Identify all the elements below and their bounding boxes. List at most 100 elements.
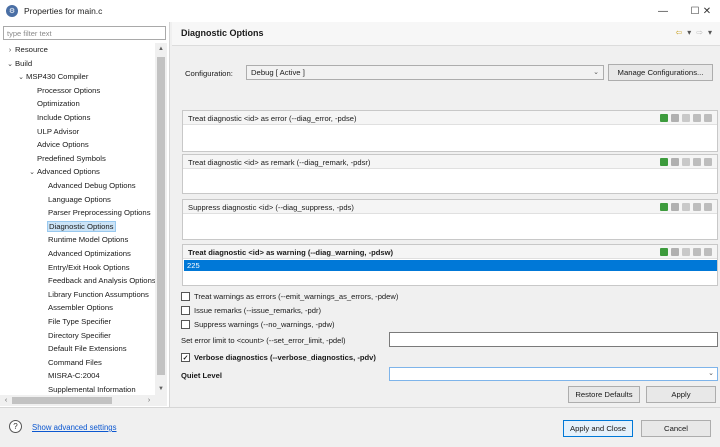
tree-item[interactable]: Processor Options [27, 84, 100, 97]
scroll-thumb[interactable] [157, 57, 165, 375]
suppress-warnings-checkbox[interactable]: Suppress warnings (--no_warnings, -pdw) [181, 320, 335, 329]
filter-input[interactable] [3, 26, 166, 40]
tree-item[interactable]: Command Files [38, 356, 102, 369]
scroll-left-icon[interactable]: ‹ [0, 395, 12, 406]
move-up-icon[interactable] [693, 248, 701, 256]
chevron-down-icon: ⌄ [708, 370, 714, 377]
scroll-right-icon[interactable]: › [143, 395, 155, 406]
delete-icon[interactable] [671, 114, 679, 122]
tree-item[interactable]: Advanced Debug Options [38, 179, 136, 192]
tree-item[interactable]: Directory Specifier [38, 329, 111, 342]
tree-item[interactable]: Diagnostic Options [38, 220, 116, 233]
tree-item[interactable]: Runtime Model Options [38, 233, 128, 246]
tree-item[interactable]: File Type Specifier [38, 315, 111, 328]
tree-item[interactable]: ⌄ Advanced Options [27, 165, 100, 178]
close-button[interactable]: ✕ [692, 0, 720, 22]
checkbox-label: Suppress warnings (--no_warnings, -pdw) [194, 320, 335, 329]
warnings-as-errors-checkbox[interactable]: Treat warnings as errors (--emit_warning… [181, 292, 398, 301]
tree-item-label: Advanced Debug Options [48, 181, 136, 190]
delete-icon[interactable] [671, 248, 679, 256]
tree-item[interactable]: Advanced Optimizations [38, 247, 131, 260]
view-menu-icon[interactable]: ▾ [708, 28, 712, 37]
tree-item-label: Build [15, 58, 33, 68]
tree-item[interactable]: Assembler Options [38, 301, 113, 314]
page-header: Diagnostic Options ⇦ ▾ ⇨ ▾ [172, 22, 720, 46]
error-limit-input[interactable] [389, 332, 718, 347]
add-icon[interactable] [660, 158, 668, 166]
verbose-diagnostics-checkbox[interactable]: ✓ Verbose diagnostics (--verbose_diagnos… [181, 353, 376, 362]
minimize-button[interactable]: — [648, 0, 678, 22]
tree-item[interactable]: Include Options [27, 111, 90, 124]
delete-icon[interactable] [671, 158, 679, 166]
checkbox-label: Verbose diagnostics (--verbose_diagnosti… [194, 353, 376, 362]
edit-icon[interactable] [682, 203, 690, 211]
back-icon[interactable]: ⇦ [676, 28, 683, 37]
delete-icon[interactable] [671, 203, 679, 211]
tree-horizontal-scrollbar[interactable]: ‹ › [0, 395, 167, 406]
move-down-icon[interactable] [704, 158, 712, 166]
list-toolbar [660, 248, 712, 256]
back-menu-icon[interactable]: ▾ [687, 28, 691, 37]
scroll-up-icon[interactable]: ▲ [155, 43, 167, 55]
tree-item[interactable]: MISRA-C:2004 [38, 369, 100, 382]
help-icon[interactable]: ? [9, 420, 22, 433]
forward-icon[interactable]: ⇨ [696, 28, 703, 37]
manage-configurations-button[interactable]: Manage Configurations... [608, 64, 713, 81]
add-icon[interactable] [660, 114, 668, 122]
tree-item-label: Supplemental Information [48, 385, 136, 394]
tree-item[interactable]: Feedback and Analysis Options [38, 274, 155, 287]
diag-remark-header: Treat diagnostic <id> as remark (--diag_… [183, 155, 717, 169]
tree-item-label: Resource [15, 45, 48, 54]
checkbox-box[interactable] [181, 306, 190, 315]
move-down-icon[interactable] [704, 203, 712, 211]
edit-icon[interactable] [682, 248, 690, 256]
tree-item[interactable]: Language Options [38, 193, 111, 206]
apply-button[interactable]: Apply [646, 386, 716, 403]
add-icon[interactable] [660, 203, 668, 211]
tree-item[interactable]: Default File Extensions [38, 342, 127, 355]
tree-item[interactable]: ⌄ MSP430 Compiler [16, 70, 88, 83]
tree-item[interactable]: Library Function Assumptions [38, 288, 149, 301]
tree-item[interactable]: Advice Options [27, 138, 89, 151]
tree-item-label: Diagnostic Options [47, 220, 116, 232]
edit-icon[interactable] [682, 114, 690, 122]
tree-item[interactable]: Supplemental Information [38, 383, 136, 395]
list-item-selected[interactable]: 225 [184, 260, 717, 271]
tree-item[interactable]: ⌄ Build [5, 57, 32, 70]
expand-toggle-icon[interactable]: › [5, 44, 15, 57]
cancel-button[interactable]: Cancel [641, 420, 711, 437]
hscroll-thumb[interactable] [12, 397, 112, 404]
move-up-icon[interactable] [693, 203, 701, 211]
tree-item[interactable]: Predefined Symbols [27, 152, 106, 165]
add-icon[interactable] [660, 248, 668, 256]
diag-warning-list[interactable]: Treat diagnostic <id> as warning (--diag… [182, 244, 718, 286]
diag-suppress-list[interactable]: Suppress diagnostic <id> (--diag_suppres… [182, 199, 718, 240]
issue-remarks-checkbox[interactable]: Issue remarks (--issue_remarks, -pdr) [181, 306, 321, 315]
tree-item-label: File Type Specifier [48, 317, 112, 326]
expand-toggle-icon[interactable]: ⌄ [5, 58, 15, 71]
expand-toggle-icon[interactable]: ⌄ [27, 166, 37, 179]
tree-item[interactable]: › Resource [5, 43, 48, 56]
show-advanced-settings-link[interactable]: Show advanced settings [32, 423, 117, 432]
scroll-down-icon[interactable]: ▼ [155, 383, 167, 395]
restore-defaults-button[interactable]: Restore Defaults [568, 386, 640, 403]
apply-and-close-button[interactable]: Apply and Close [563, 420, 633, 437]
tree-item[interactable]: Entry/Exit Hook Options [38, 261, 130, 274]
checkbox-box[interactable]: ✓ [181, 353, 190, 362]
checkbox-box[interactable] [181, 320, 190, 329]
diag-remark-list[interactable]: Treat diagnostic <id> as remark (--diag_… [182, 154, 718, 194]
tree-item[interactable]: Parser Preprocessing Options [38, 206, 151, 219]
move-up-icon[interactable] [693, 158, 701, 166]
quiet-level-select[interactable]: ⌄ [389, 367, 718, 381]
configuration-select[interactable]: Debug [ Active ] ⌄ [246, 65, 604, 80]
checkbox-box[interactable] [181, 292, 190, 301]
diag-error-list[interactable]: Treat diagnostic <id> as error (--diag_e… [182, 110, 718, 152]
move-down-icon[interactable] [704, 248, 712, 256]
move-up-icon[interactable] [693, 114, 701, 122]
expand-toggle-icon[interactable]: ⌄ [16, 71, 26, 84]
edit-icon[interactable] [682, 158, 690, 166]
move-down-icon[interactable] [704, 114, 712, 122]
tree-vertical-scrollbar[interactable]: ▲ ▼ [155, 43, 167, 395]
tree-item[interactable]: Optimization [27, 97, 80, 110]
tree-item[interactable]: ULP Advisor [27, 125, 79, 138]
